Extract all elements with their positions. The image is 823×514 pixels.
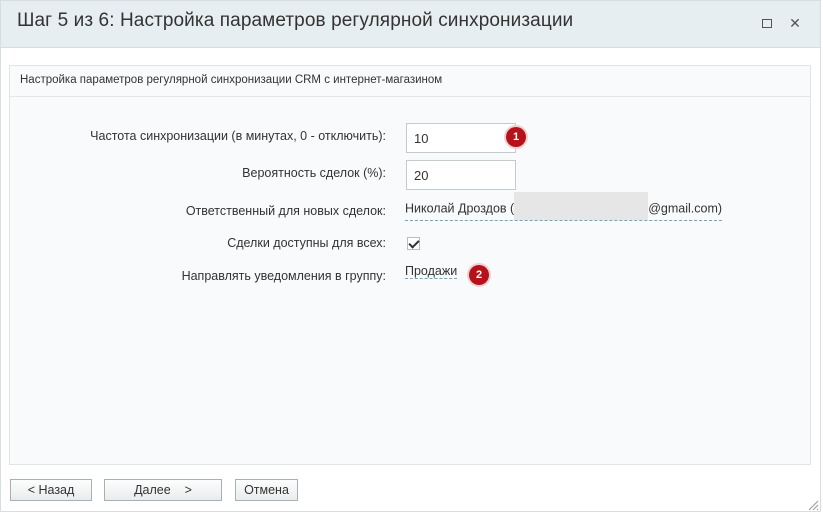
dialog-title: Шаг 5 из 6: Настройка параметров регуляр… bbox=[17, 10, 574, 31]
close-icon[interactable]: ✕ bbox=[787, 15, 803, 31]
responsible-label: Ответственный для новых сделок: bbox=[185, 204, 386, 218]
sync-frequency-input[interactable] bbox=[406, 123, 516, 153]
settings-panel: Настройка параметров регулярной синхрони… bbox=[9, 65, 811, 465]
responsible-user-email: @gmail.com) bbox=[648, 201, 723, 216]
sync-frequency-label: Частота синхронизации (в минутах, 0 - от… bbox=[90, 129, 386, 143]
deals-public-label: Сделки доступны для всех: bbox=[227, 236, 386, 250]
responsible-user-name: Николай Дроздов ( bbox=[405, 201, 515, 216]
next-button[interactable]: Далее > bbox=[104, 479, 222, 501]
back-button[interactable]: < Назад bbox=[10, 479, 92, 501]
badge-1: 1 bbox=[506, 127, 526, 147]
wizard-dialog: Шаг 5 из 6: Настройка параметров регуляр… bbox=[0, 0, 821, 512]
checkmark-icon bbox=[408, 237, 420, 249]
title-bar: Шаг 5 из 6: Настройка параметров регуляр… bbox=[1, 1, 820, 48]
maximize-icon[interactable] bbox=[759, 15, 775, 31]
notify-group-link[interactable]: Продажи bbox=[405, 264, 458, 279]
panel-header: Настройка параметров регулярной синхрони… bbox=[10, 66, 810, 97]
responsible-user-link[interactable]: Николай Дроздов ( @gmail.com) bbox=[405, 192, 723, 221]
cancel-button[interactable]: Отмена bbox=[235, 479, 298, 501]
redacted-email bbox=[514, 192, 649, 220]
deals-public-checkbox[interactable] bbox=[407, 237, 420, 250]
notify-group-label: Направлять уведомления в группу: bbox=[181, 269, 386, 283]
panel-header-text: Настройка параметров регулярной синхрони… bbox=[20, 74, 443, 86]
deal-probability-label: Вероятность сделок (%): bbox=[242, 166, 386, 180]
deal-probability-input[interactable] bbox=[406, 160, 516, 190]
resize-handle-icon[interactable] bbox=[807, 499, 819, 511]
badge-2: 2 bbox=[469, 265, 489, 285]
